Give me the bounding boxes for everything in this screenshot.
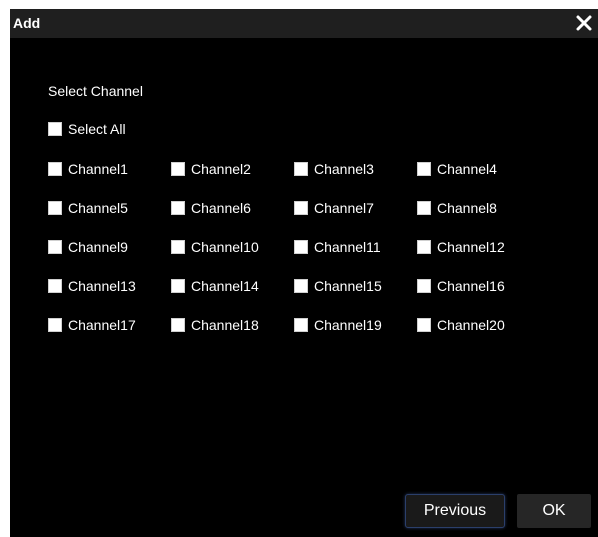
channel-checkbox-14[interactable]: Channel14 — [171, 276, 259, 296]
channel-label: Channel15 — [314, 278, 382, 294]
channel-label: Channel20 — [437, 317, 505, 333]
checkbox-box[interactable] — [417, 279, 431, 293]
channel-checkbox-3[interactable]: Channel3 — [294, 159, 374, 179]
channel-label: Channel11 — [314, 239, 381, 255]
channel-checkbox-17[interactable]: Channel17 — [48, 315, 136, 335]
channel-label: Channel2 — [191, 161, 251, 177]
checkbox-box[interactable] — [171, 279, 185, 293]
channel-label: Channel13 — [68, 278, 136, 294]
channel-label: Channel18 — [191, 317, 259, 333]
checkbox-box[interactable] — [48, 122, 62, 136]
channel-label: Channel16 — [437, 278, 505, 294]
checkbox-box[interactable] — [417, 162, 431, 176]
previous-button[interactable]: Previous — [405, 494, 505, 528]
channel-checkbox-13[interactable]: Channel13 — [48, 276, 136, 296]
channel-checkbox-11[interactable]: Channel11 — [294, 237, 381, 257]
channel-checkbox-8[interactable]: Channel8 — [417, 198, 497, 218]
channel-checkbox-4[interactable]: Channel4 — [417, 159, 497, 179]
dialog-titlebar: Add — [10, 9, 598, 38]
checkbox-box[interactable] — [417, 201, 431, 215]
checkbox-box[interactable] — [48, 162, 62, 176]
select-channel-label: Select Channel — [48, 83, 143, 99]
close-button[interactable] — [574, 11, 594, 35]
channel-label: Channel4 — [437, 161, 497, 177]
checkbox-box[interactable] — [171, 201, 185, 215]
channel-label: Channel12 — [437, 239, 505, 255]
dialog-title: Add — [13, 15, 41, 31]
close-icon — [576, 15, 592, 31]
select-all-label: Select All — [68, 121, 126, 137]
checkbox-box[interactable] — [417, 240, 431, 254]
ok-button[interactable]: OK — [517, 494, 591, 528]
channel-label: Channel9 — [68, 239, 128, 255]
channel-checkbox-15[interactable]: Channel15 — [294, 276, 382, 296]
select-all-checkbox[interactable]: Select All — [48, 119, 126, 139]
channel-checkbox-2[interactable]: Channel2 — [171, 159, 251, 179]
channel-label: Channel8 — [437, 200, 497, 216]
channel-checkbox-6[interactable]: Channel6 — [171, 198, 251, 218]
checkbox-box[interactable] — [294, 240, 308, 254]
channel-checkbox-10[interactable]: Channel10 — [171, 237, 259, 257]
channel-label: Channel1 — [68, 161, 128, 177]
channel-checkbox-5[interactable]: Channel5 — [48, 198, 128, 218]
channel-checkbox-18[interactable]: Channel18 — [171, 315, 259, 335]
checkbox-box[interactable] — [48, 240, 62, 254]
checkbox-box[interactable] — [294, 279, 308, 293]
checkbox-box[interactable] — [294, 162, 308, 176]
channel-checkbox-20[interactable]: Channel20 — [417, 315, 505, 335]
checkbox-box[interactable] — [294, 201, 308, 215]
channel-checkbox-7[interactable]: Channel7 — [294, 198, 374, 218]
channel-checkbox-1[interactable]: Channel1 — [48, 159, 128, 179]
checkbox-box[interactable] — [48, 318, 62, 332]
checkbox-box[interactable] — [171, 318, 185, 332]
channel-checkbox-12[interactable]: Channel12 — [417, 237, 505, 257]
checkbox-box[interactable] — [294, 318, 308, 332]
channel-label: Channel19 — [314, 317, 382, 333]
channel-label: Channel7 — [314, 200, 374, 216]
channel-label: Channel6 — [191, 200, 251, 216]
channel-checkbox-9[interactable]: Channel9 — [48, 237, 128, 257]
add-channel-dialog: Add Select Channel Select All Channel1 Ch… — [10, 9, 598, 537]
channel-label: Channel14 — [191, 278, 259, 294]
checkbox-box[interactable] — [48, 279, 62, 293]
channel-label: Channel10 — [191, 239, 259, 255]
channel-label: Channel5 — [68, 200, 128, 216]
checkbox-box[interactable] — [171, 162, 185, 176]
channel-checkbox-16[interactable]: Channel16 — [417, 276, 505, 296]
checkbox-box[interactable] — [171, 240, 185, 254]
channel-label: Channel17 — [68, 317, 136, 333]
checkbox-box[interactable] — [48, 201, 62, 215]
channel-label: Channel3 — [314, 161, 374, 177]
channel-checkbox-19[interactable]: Channel19 — [294, 315, 382, 335]
checkbox-box[interactable] — [417, 318, 431, 332]
